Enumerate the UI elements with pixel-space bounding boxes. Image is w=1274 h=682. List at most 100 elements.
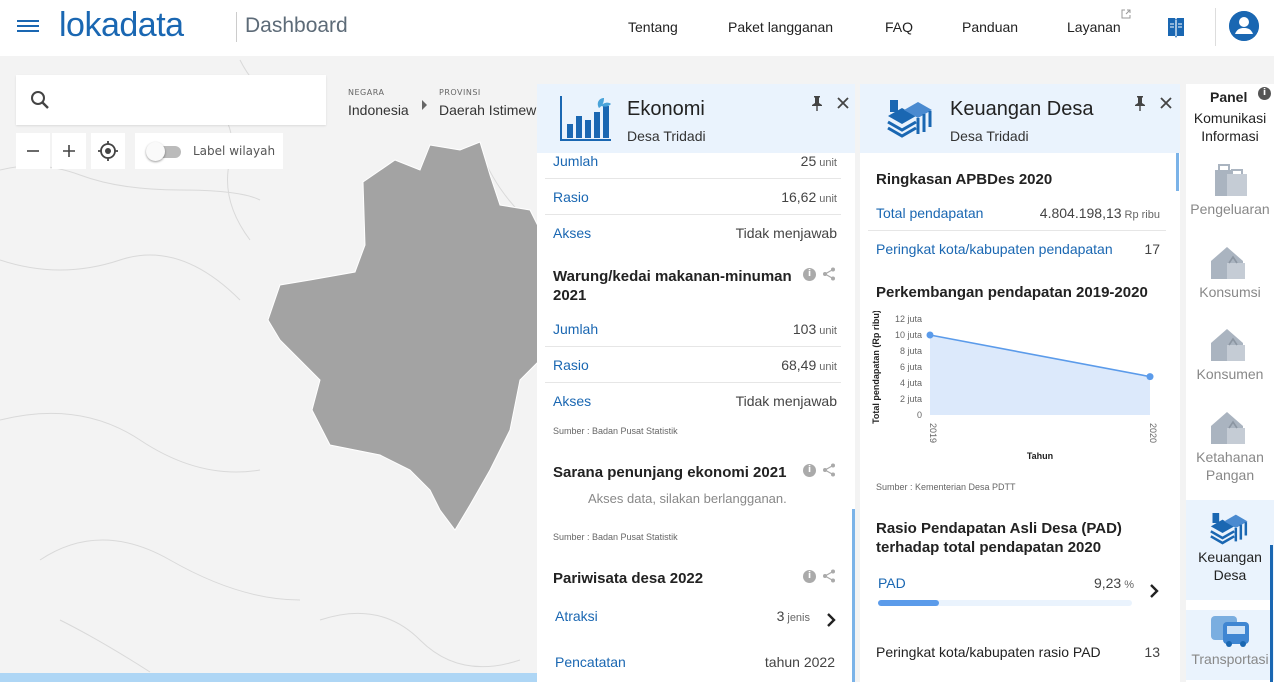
perkembangan-source: Sumber : Kementerian Desa PDTT <box>876 482 1016 492</box>
row-label[interactable]: Peringkat kota/kabupaten pendapatan <box>876 241 1113 257</box>
close-icon[interactable] <box>1159 96 1173 110</box>
row-value: Tidak menjawab <box>735 225 837 241</box>
info-icon[interactable]: i <box>803 464 816 477</box>
sidebar-item-ketahanan-pangan[interactable]: Ketahanan Pangan <box>1186 408 1274 498</box>
economy-chart-icon <box>560 96 611 141</box>
search-icon[interactable] <box>30 90 50 110</box>
ekonomi-row-jumlah: Jumlah 25 unit <box>553 153 837 171</box>
breadcrumb-negara-label: NEGARA <box>348 88 385 97</box>
sidebar-item-konsumen[interactable]: Konsumen <box>1186 325 1274 395</box>
money-stack-icon <box>887 100 932 138</box>
sidebar-item-pengeluaran[interactable]: Pengeluaran <box>1186 160 1274 230</box>
info-icon[interactable]: i <box>803 570 816 583</box>
pariwisata-section-title: Pariwisata desa 2022 <box>553 570 704 587</box>
logo-divider <box>236 12 237 42</box>
nav-layanan[interactable]: Layanan <box>1067 19 1121 35</box>
nav-paket-langganan[interactable]: Paket langganan <box>728 19 833 35</box>
ekonomi-subtitle: Desa Tridadi <box>627 128 706 144</box>
page-title: Dashboard <box>245 14 348 37</box>
row-value: 17 <box>1144 241 1160 257</box>
zoom-out-button[interactable] <box>16 133 50 169</box>
y-tick-label: 0 <box>917 410 922 420</box>
ekonomi-row-akses: Akses Tidak menjawab <box>553 225 837 241</box>
user-avatar-icon[interactable] <box>1229 11 1259 41</box>
sarana-section-title: Sarana penunjang ekonomi 2021 <box>553 464 787 481</box>
search-input[interactable] <box>62 87 312 113</box>
row-label[interactable]: Atraksi <box>555 608 598 624</box>
x-tick-label: 2020 <box>1148 423 1158 443</box>
locate-button[interactable] <box>91 133 125 169</box>
panel-sidebar: Panel i Komunikasi Informasi Pengeluaran… <box>1186 84 1274 682</box>
pariwisata-row-atraksi[interactable]: Atraksi 3 jenis <box>555 608 810 626</box>
pin-icon[interactable] <box>810 95 824 111</box>
sidebar-item-label: Konsumen <box>1196 366 1264 382</box>
chevron-right-icon[interactable] <box>1149 583 1159 599</box>
sidebar-item-keuangan-desa[interactable]: Keuangan Desa <box>1186 500 1274 600</box>
row-label[interactable]: Akses <box>553 225 591 241</box>
warung-source: Sumber : Badan Pusat Statistik <box>553 426 678 436</box>
row-divider <box>545 214 841 215</box>
nav-faq[interactable]: FAQ <box>885 19 913 35</box>
y-tick-label: 6 juta <box>900 362 922 372</box>
close-icon[interactable] <box>836 96 850 110</box>
sidebar-item-transportasi[interactable]: Transportasi <box>1186 610 1274 680</box>
y-tick-label: 8 juta <box>900 346 922 356</box>
sidebar-item-konsumsi[interactable]: Konsumsi <box>1186 243 1274 313</box>
sidebar-scrollbar[interactable] <box>1270 545 1273 682</box>
row-label[interactable]: Jumlah <box>553 321 598 337</box>
ekonomi-panel-body: Jumlah 25 unit Rasio 16,62 unit Akses Tida… <box>537 153 855 682</box>
breadcrumb-provinsi[interactable]: Daerah Istimew <box>439 102 537 118</box>
row-label[interactable]: Jumlah <box>553 153 598 169</box>
keuangan-subtitle: Desa Tridadi <box>950 128 1029 144</box>
sarana-source: Sumber : Badan Pusat Statistik <box>553 532 678 542</box>
subscribe-note[interactable]: Akses data, silakan berlangganan. <box>588 491 787 506</box>
breadcrumb-arrow-icon <box>422 100 427 110</box>
ekonomi-panel-header: Ekonomi Desa Tridadi <box>537 84 855 153</box>
row-label[interactable]: Pencatatan <box>555 654 626 670</box>
logo[interactable]: lokadata <box>59 6 184 45</box>
share-icon[interactable] <box>822 569 836 583</box>
row-divider <box>545 382 841 383</box>
ringkasan-row-peringkat: Peringkat kota/kabupaten pendapatan 17 <box>876 241 1160 257</box>
pad-progress-track <box>878 600 1132 606</box>
row-label[interactable]: Rasio <box>553 357 589 373</box>
row-unit: unit <box>819 193 837 205</box>
pariwisata-row-pencatatan: Pencatatan tahun 2022 <box>555 654 835 670</box>
keuangan-scrollbar[interactable] <box>1176 153 1179 191</box>
peringkat-pad-value: 13 <box>1144 644 1160 660</box>
nav-panduan[interactable]: Panduan <box>962 19 1018 35</box>
pad-label[interactable]: PAD <box>878 575 906 591</box>
share-icon[interactable] <box>822 463 836 477</box>
info-icon[interactable]: i <box>1258 87 1271 100</box>
nav-tentang[interactable]: Tentang <box>628 19 678 35</box>
ekonomi-scrollbar[interactable] <box>852 509 855 682</box>
row-label[interactable]: Rasio <box>553 189 589 205</box>
chevron-right-icon[interactable] <box>826 612 836 628</box>
book-icon[interactable] <box>1166 15 1186 39</box>
row-label[interactable]: Total pendapatan <box>876 205 983 221</box>
zoom-in-button[interactable] <box>52 133 86 169</box>
warung-row-akses: Akses Tidak menjawab <box>553 393 837 409</box>
row-value: Tidak menjawab <box>735 393 837 409</box>
pin-icon[interactable] <box>1133 95 1147 111</box>
pad-row[interactable]: PAD 9,23% <box>878 575 1134 593</box>
crosshair-icon <box>98 141 118 161</box>
sidebar-item-komunikasi[interactable]: Komunikasi Informasi <box>1186 109 1274 145</box>
data-point <box>1146 373 1154 381</box>
share-icon[interactable] <box>822 267 836 281</box>
row-divider <box>545 178 841 179</box>
breadcrumb-negara[interactable]: Indonesia <box>348 102 409 118</box>
warung-section-title: Warung/kedai makanan-minuman 2021 <box>553 268 792 304</box>
row-label[interactable]: Akses <box>553 393 591 409</box>
row-unit: Rp ribu <box>1124 209 1160 221</box>
menu-icon[interactable] <box>17 17 39 37</box>
label-wilayah-toggle[interactable]: Label wilayah <box>135 133 283 169</box>
ekonomi-title: Ekonomi <box>627 98 705 120</box>
pad-progress-fill <box>878 600 939 606</box>
warung-row-jumlah: Jumlah 103 unit <box>553 321 837 339</box>
sidebar-item-label: Ketahanan Pangan <box>1196 449 1264 483</box>
info-icon[interactable]: i <box>803 268 816 281</box>
house-basket-icon <box>1211 247 1245 279</box>
bus-icon <box>1211 616 1249 647</box>
toggle-knob[interactable] <box>146 142 165 161</box>
